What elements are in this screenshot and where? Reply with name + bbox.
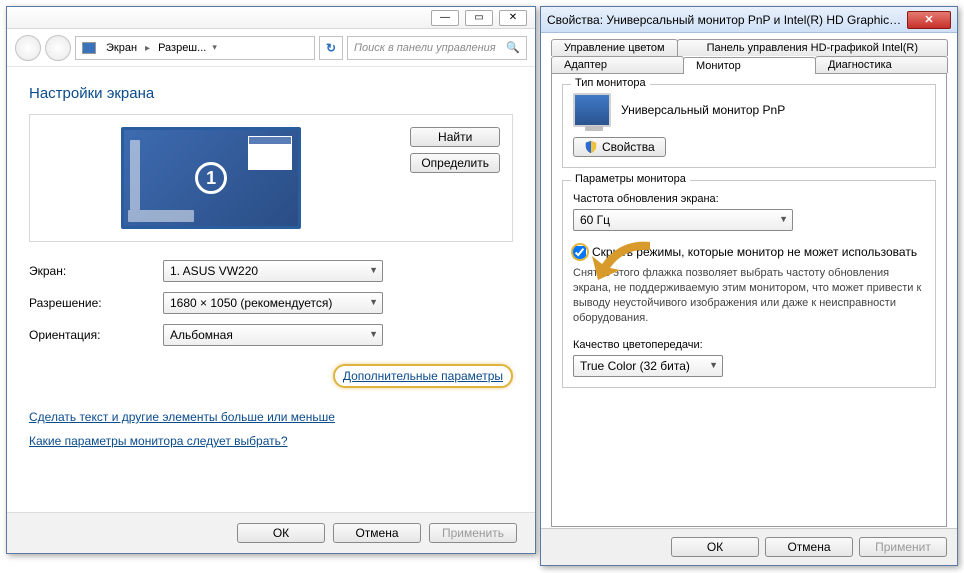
chevron-down-icon[interactable]: ▾ [212,42,217,53]
address-bar-row: Экран Разреш... ▾ ↻ Поиск в панели управ… [7,29,535,67]
close-button[interactable]: ✕ [499,10,527,26]
crumb-item[interactable]: Разреш... [158,42,206,54]
monitor-properties-window: Свойства: Универсальный монитор PnP и In… [540,6,958,566]
maximize-button[interactable]: ▭ [465,10,493,26]
advanced-settings-link[interactable]: Дополнительные параметры [343,369,503,383]
back-button[interactable] [15,35,41,61]
apply-button: Применить [429,523,517,543]
monitor-icon [573,93,611,127]
find-button[interactable]: Найти [410,127,500,147]
ok-button[interactable]: ОК [671,537,759,557]
color-quality-select[interactable]: True Color (32 бита)▼ [573,355,723,377]
titlebar: Свойства: Универсальный монитор PnP и In… [541,7,957,33]
highlight-oval: Дополнительные параметры [333,364,513,388]
ok-button[interactable]: ОК [237,523,325,543]
dialog-footer: ОК Отмена Применить [7,512,535,553]
chevron-down-icon: ▼ [369,265,378,275]
detect-button[interactable]: Определить [410,153,500,173]
label-display: Экран: [29,264,149,278]
crumb-item[interactable]: Экран [106,42,137,54]
monitor-name: Универсальный монитор PnP [621,103,785,117]
tab-intel-graphics[interactable]: Панель управления HD-графикой Intel(R) [677,39,948,56]
display-icon [82,42,96,54]
window-controls: — ▭ ✕ [7,7,535,29]
cancel-button[interactable]: Отмена [333,523,421,543]
forward-button[interactable] [45,35,71,61]
identify-panel: 1 Найти Определить [29,114,513,242]
search-icon: 🔍 [506,41,520,54]
monitor-preview[interactable]: 1 [121,127,301,229]
display-select[interactable]: 1. ASUS VW220▼ [163,260,383,282]
close-button[interactable]: ✕ [907,11,951,29]
minimize-button[interactable]: — [431,10,459,26]
label-color-quality: Качество цветопередачи: [573,339,925,351]
dialog-footer: ОК Отмена Применит [541,528,957,565]
chevron-down-icon: ▼ [369,329,378,339]
highlight-circle [571,243,589,261]
display-settings-window: — ▭ ✕ Экран Разреш... ▾ ↻ Поиск в панели… [6,6,536,554]
chevron-right-icon [143,42,152,54]
apply-button: Применит [859,537,947,557]
tab-pane-monitor: Тип монитора Универсальный монитор PnP С… [551,73,947,527]
orientation-select[interactable]: Альбомная▼ [163,324,383,346]
shield-icon [584,140,598,154]
help-link[interactable]: Какие параметры монитора следует выбрать… [29,434,288,448]
tab-monitor[interactable]: Монитор [683,57,816,74]
chevron-down-icon: ▼ [709,360,718,370]
resolution-select[interactable]: 1680 × 1050 (рекомендуется)▼ [163,292,383,314]
chevron-down-icon: ▼ [779,214,788,224]
tabs: Управление цветом Панель управления HD-г… [541,33,957,527]
page-title: Настройки экрана [29,85,513,102]
tab-adapter[interactable]: Адаптер [551,56,684,73]
monitor-type-group: Тип монитора Универсальный монитор PnP С… [562,84,936,168]
hide-modes-label[interactable]: Скрыть режимы, которые монитор не может … [592,245,917,259]
group-legend: Тип монитора [571,77,650,89]
monitor-number: 1 [195,162,227,194]
content-area: Настройки экрана 1 Найти Определить Экра… [7,67,535,466]
window-title: Свойства: Универсальный монитор PnP и In… [547,13,907,27]
label-resolution: Разрешение: [29,296,149,310]
refresh-rate-select[interactable]: 60 Гц▼ [573,209,793,231]
group-legend: Параметры монитора [571,173,690,185]
label-orientation: Ориентация: [29,328,149,342]
breadcrumb[interactable]: Экран Разреш... ▾ [75,36,315,60]
search-input[interactable]: Поиск в панели управления 🔍 [347,36,527,60]
hide-modes-note: Снятие этого флажка позволяет выбрать ча… [573,266,925,325]
tab-color-management[interactable]: Управление цветом [551,39,678,56]
properties-button[interactable]: Свойства [573,137,666,157]
chevron-down-icon: ▼ [369,297,378,307]
tab-diagnostics[interactable]: Диагностика [815,56,948,73]
text-size-link[interactable]: Сделать текст и другие элементы больше и… [29,410,335,424]
cancel-button[interactable]: Отмена [765,537,853,557]
label-refresh-rate: Частота обновления экрана: [573,193,925,205]
refresh-button[interactable]: ↻ [319,36,343,60]
hide-modes-checkbox-row: Скрыть режимы, которые монитор не может … [573,245,925,262]
monitor-settings-group: Параметры монитора Частота обновления эк… [562,180,936,388]
